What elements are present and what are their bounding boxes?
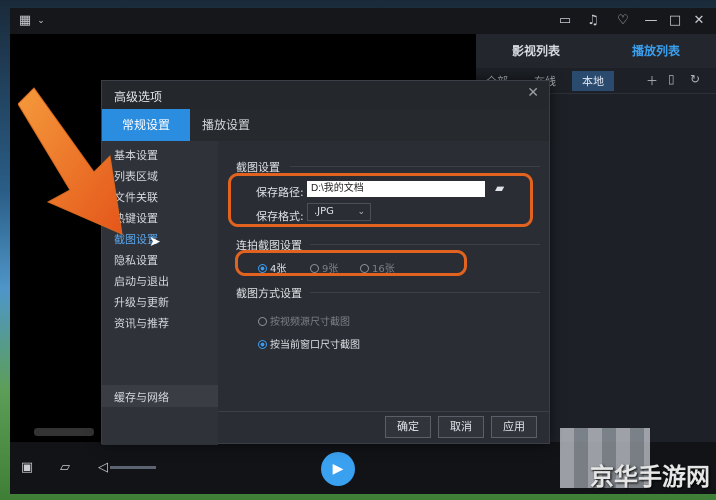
minimize-icon[interactable]: — <box>642 12 660 30</box>
file-icon[interactable]: ▯ <box>668 72 675 86</box>
playlist-tabs: 影视列表 播放列表 <box>476 34 716 68</box>
radio-dot <box>258 340 267 349</box>
dialog-tabs: 常规设置 播放设置 <box>102 109 549 141</box>
apply-button[interactable]: 应用 <box>491 416 537 438</box>
sidebar-item-privacy[interactable]: 隐私设置 <box>114 252 158 268</box>
mode-option-label: 按视频源尺寸截图 <box>270 317 350 328</box>
pointer-arrow <box>18 87 123 235</box>
mouse-cursor-icon: ➤ <box>149 234 161 250</box>
divider <box>310 244 540 245</box>
sidebar-footer: 缓存与网络 <box>102 385 218 407</box>
close-icon[interactable]: ✕ <box>690 12 708 30</box>
mode-option-label: 按当前窗口尺寸截图 <box>270 340 360 351</box>
bell-icon[interactable]: ♫ <box>584 12 602 30</box>
section-mode: 截图方式设置 <box>236 287 302 300</box>
message-icon[interactable]: ▭ <box>556 12 574 30</box>
play-button[interactable]: ▶ <box>321 452 355 486</box>
dialog-close-icon[interactable]: ✕ <box>527 85 539 101</box>
highlight-box-burst <box>235 250 467 276</box>
tab-video-list[interactable]: 影视列表 <box>476 34 596 68</box>
sidebar-item-news[interactable]: 资讯与推荐 <box>114 315 169 331</box>
ok-button[interactable]: 确定 <box>385 416 431 438</box>
tab-playback-settings[interactable]: 播放设置 <box>190 109 262 141</box>
divider <box>290 166 540 167</box>
dialog-footer: 确定 取消 应用 <box>218 411 549 443</box>
video-subtitle-blur <box>34 428 94 436</box>
subtab-local[interactable]: 本地 <box>572 71 614 91</box>
tab-play-list[interactable]: 播放列表 <box>596 34 716 68</box>
maximize-icon[interactable]: □ <box>666 12 684 30</box>
watermark: 京华手游网 <box>590 463 710 491</box>
add-icon[interactable]: ＋ <box>646 72 658 89</box>
mode-radio-window[interactable]: 按当前窗口尺寸截图 <box>258 336 360 351</box>
cancel-button[interactable]: 取消 <box>438 416 484 438</box>
volume-slider[interactable] <box>110 466 156 469</box>
dialog-title-bar: 高级选项 ✕ <box>102 81 549 109</box>
divider <box>310 292 540 293</box>
open-folder-icon[interactable]: ▱ <box>56 459 74 477</box>
radio-dot <box>258 317 267 326</box>
highlight-box-path <box>228 173 533 227</box>
sidebar-item-update[interactable]: 升级与更新 <box>114 294 169 310</box>
skin-icon[interactable]: ♡ <box>614 12 632 30</box>
sidebar-item-cache-network[interactable]: 缓存与网络 <box>114 389 169 405</box>
sidebar-item-startup-exit[interactable]: 启动与退出 <box>114 273 169 289</box>
title-bar: ▦ ⌄ ▭ ♫ ♡ — □ ✕ <box>10 8 716 34</box>
refresh-icon[interactable]: ↻ <box>690 72 700 86</box>
toolbox-icon[interactable]: ▣ <box>18 459 36 477</box>
chevron-down-icon[interactable]: ⌄ <box>32 12 50 30</box>
mode-radio-source[interactable]: 按视频源尺寸截图 <box>258 313 350 328</box>
